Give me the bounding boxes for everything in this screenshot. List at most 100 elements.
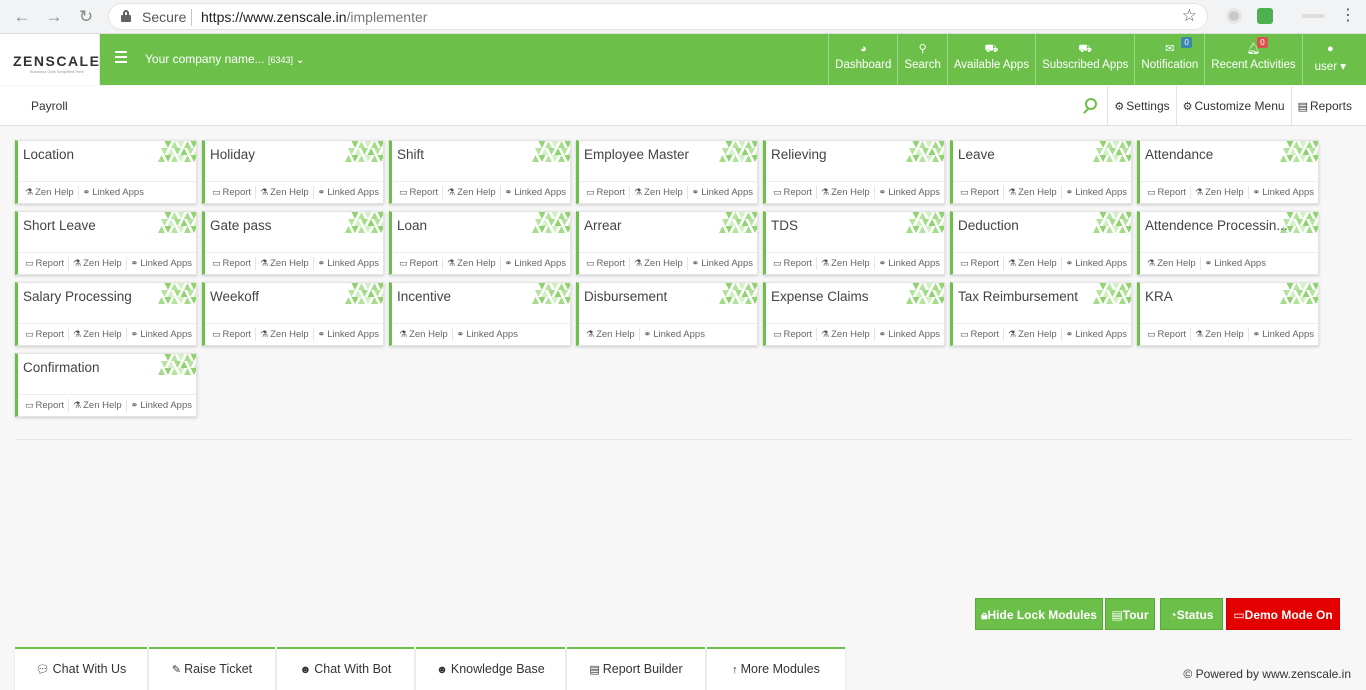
- report-link[interactable]: ▭ Report: [769, 186, 818, 199]
- raise-ticket-tab[interactable]: ✎ Raise Ticket: [149, 647, 275, 690]
- customize-menu-button[interactable]: ⚙ Customize Menu: [1175, 86, 1291, 126]
- report-link[interactable]: ▭ Report: [395, 186, 444, 199]
- module-card[interactable]: Employee Master ▭ Report ⚗ Zen Help ⚭ Linked A…: [576, 140, 758, 204]
- linked-apps-link[interactable]: ⚭ Linked Apps: [1062, 328, 1131, 341]
- zen-help-link[interactable]: ⚗ Zen Help: [443, 257, 501, 270]
- zen-help-link[interactable]: ⚗ Zen Help: [1004, 186, 1062, 199]
- module-name[interactable]: Salary Processing: [23, 289, 132, 304]
- zen-help-link[interactable]: ⚗ Zen Help: [1004, 328, 1062, 341]
- module-card[interactable]: Incentive ⚗ Zen Help ⚭ Linked Apps: [389, 282, 571, 346]
- chat-with-bot-tab[interactable]: ☻ Chat With Bot: [277, 647, 414, 690]
- module-name[interactable]: KRA: [1145, 289, 1173, 304]
- report-link[interactable]: ▭ Report: [395, 257, 444, 270]
- module-name[interactable]: Short Leave: [23, 218, 96, 233]
- module-card[interactable]: Holiday ▭ Report ⚗ Zen Help ⚭ Linked Apps: [202, 140, 384, 204]
- module-card[interactable]: Location ⚗ Zen Help ⚭ Linked Apps: [15, 140, 197, 204]
- extension-icon[interactable]: [1257, 8, 1273, 24]
- module-card[interactable]: Weekoff ▭ Report ⚗ Zen Help ⚭ Linked Apps: [202, 282, 384, 346]
- demo-mode-button[interactable]: ▭Demo Mode On: [1226, 598, 1340, 630]
- module-name[interactable]: Shift: [397, 147, 424, 162]
- url-text[interactable]: https://www.zenscale.in/implementer: [201, 9, 427, 25]
- linked-apps-link[interactable]: ⚭ Linked Apps: [1201, 257, 1270, 270]
- report-link[interactable]: ▭ Report: [769, 328, 818, 341]
- nav-notification[interactable]: ✉ 0 Notification: [1134, 34, 1204, 85]
- module-card[interactable]: Attendence Processin... ⚗ Zen Help ⚭ Linked …: [1137, 211, 1319, 275]
- zen-help-link[interactable]: ⚗ Zen Help: [1191, 186, 1249, 199]
- report-link[interactable]: ▭ Report: [208, 328, 257, 341]
- module-name[interactable]: TDS: [771, 218, 798, 233]
- report-link[interactable]: ▭ Report: [21, 257, 70, 270]
- linked-apps-link[interactable]: ⚭ Linked Apps: [1249, 328, 1318, 341]
- zen-help-link[interactable]: ⚗ Zen Help: [395, 328, 453, 341]
- linked-apps-link[interactable]: ⚭ Linked Apps: [453, 328, 522, 341]
- linked-apps-link[interactable]: ⚭ Linked Apps: [1249, 186, 1318, 199]
- module-name[interactable]: Disbursement: [584, 289, 667, 304]
- module-card[interactable]: Expense Claims ▭ Report ⚗ Zen Help ⚭ Linked Ap…: [763, 282, 945, 346]
- linked-apps-link[interactable]: ⚭ Linked Apps: [640, 328, 709, 341]
- report-link[interactable]: ▭ Report: [582, 257, 631, 270]
- nav-subscribed-apps[interactable]: ⛟ Subscribed Apps: [1035, 34, 1134, 85]
- report-link[interactable]: ▭ Report: [956, 328, 1005, 341]
- module-card[interactable]: Gate pass ▭ Report ⚗ Zen Help ⚭ Linked Apps: [202, 211, 384, 275]
- browser-menu-icon[interactable]: ⋮: [1340, 6, 1356, 26]
- linked-apps-link[interactable]: ⚭ Linked Apps: [314, 328, 383, 341]
- linked-apps-link[interactable]: ⚭ Linked Apps: [127, 328, 196, 341]
- zen-help-link[interactable]: ⚗ Zen Help: [443, 186, 501, 199]
- back-arrow-icon[interactable]: ←: [12, 7, 32, 27]
- module-name[interactable]: Expense Claims: [771, 289, 869, 304]
- zenscale-logo[interactable]: ZENSCALE Business Gets Simplified Here: [0, 34, 100, 85]
- report-link[interactable]: ▭ Report: [582, 186, 631, 199]
- settings-button[interactable]: ⚙ Settings: [1107, 86, 1175, 126]
- module-card[interactable]: Confirmation ▭ Report ⚗ Zen Help ⚭ Linked Apps: [15, 353, 197, 417]
- report-link[interactable]: ▭ Report: [208, 257, 257, 270]
- linked-apps-link[interactable]: ⚭ Linked Apps: [1062, 257, 1131, 270]
- reload-icon[interactable]: ↻: [76, 7, 96, 27]
- zen-help-link[interactable]: ⚗ Zen Help: [256, 328, 314, 341]
- linked-apps-link[interactable]: ⚭ Linked Apps: [501, 186, 570, 199]
- linked-apps-link[interactable]: ⚭ Linked Apps: [501, 257, 570, 270]
- module-card[interactable]: Leave ▭ Report ⚗ Zen Help ⚭ Linked Apps: [950, 140, 1132, 204]
- module-name[interactable]: Tax Reimbursement: [958, 289, 1078, 304]
- module-card[interactable]: TDS ▭ Report ⚗ Zen Help ⚭ Linked Apps: [763, 211, 945, 275]
- zen-help-link[interactable]: ⚗ Zen Help: [256, 257, 314, 270]
- zen-help-link[interactable]: ⚗ Zen Help: [582, 328, 640, 341]
- linked-apps-link[interactable]: ⚭ Linked Apps: [688, 257, 757, 270]
- linked-apps-link[interactable]: ⚭ Linked Apps: [1062, 186, 1131, 199]
- module-card[interactable]: Relieving ▭ Report ⚗ Zen Help ⚭ Linked Apps: [763, 140, 945, 204]
- module-name[interactable]: Holiday: [210, 147, 255, 162]
- module-card[interactable]: Salary Processing ▭ Report ⚗ Zen Help ⚭ Linked…: [15, 282, 197, 346]
- nav-recent-activities[interactable]: 🔔︎ 0 Recent Activities: [1204, 34, 1301, 85]
- zen-help-link[interactable]: ⚗ Zen Help: [1191, 328, 1249, 341]
- module-name[interactable]: Attendence Processin...: [1145, 218, 1288, 233]
- search-icon[interactable]: [1081, 96, 1101, 116]
- tour-button[interactable]: ▤Tour: [1105, 598, 1155, 630]
- zen-help-link[interactable]: ⚗ Zen Help: [817, 328, 875, 341]
- status-button[interactable]: ◔Status: [1160, 598, 1223, 630]
- linked-apps-link[interactable]: ⚭ Linked Apps: [127, 399, 196, 412]
- nav-available-apps[interactable]: ⛟ Available Apps: [946, 34, 1035, 85]
- module-card[interactable]: Short Leave ▭ Report ⚗ Zen Help ⚭ Linked Apps: [15, 211, 197, 275]
- module-name[interactable]: Location: [23, 147, 74, 162]
- more-modules-tab[interactable]: ↑ More Modules: [707, 647, 845, 690]
- report-link[interactable]: ▭ Report: [1143, 186, 1192, 199]
- module-card[interactable]: Disbursement ⚗ Zen Help ⚭ Linked Apps: [576, 282, 758, 346]
- report-link[interactable]: ▭ Report: [21, 399, 70, 412]
- module-name[interactable]: Deduction: [958, 218, 1019, 233]
- bookmark-star-icon[interactable]: ☆: [1182, 6, 1197, 26]
- module-name[interactable]: Confirmation: [23, 360, 100, 375]
- report-link[interactable]: ▭ Report: [956, 257, 1005, 270]
- hide-lock-modules-button[interactable]: 🔒︎Hide Lock Modules: [975, 598, 1103, 630]
- zen-help-link[interactable]: ⚗ Zen Help: [817, 186, 875, 199]
- linked-apps-link[interactable]: ⚭ Linked Apps: [875, 257, 944, 270]
- extension-icon[interactable]: [1302, 14, 1324, 18]
- module-name[interactable]: Arrear: [584, 218, 622, 233]
- reports-button[interactable]: ▤ Reports: [1290, 86, 1358, 126]
- nav-search[interactable]: ⚲ Search: [897, 34, 946, 85]
- forward-arrow-icon[interactable]: →: [44, 7, 64, 27]
- module-card[interactable]: KRA ▭ Report ⚗ Zen Help ⚭ Linked Apps: [1137, 282, 1319, 346]
- report-link[interactable]: ▭ Report: [1143, 328, 1192, 341]
- zen-help-link[interactable]: ⚗ Zen Help: [69, 399, 127, 412]
- zen-help-link[interactable]: ⚗ Zen Help: [1004, 257, 1062, 270]
- nav-dashboard[interactable]: ◕ Dashboard: [828, 34, 897, 85]
- company-selector[interactable]: Your company name... [6343] ⌄: [145, 52, 304, 66]
